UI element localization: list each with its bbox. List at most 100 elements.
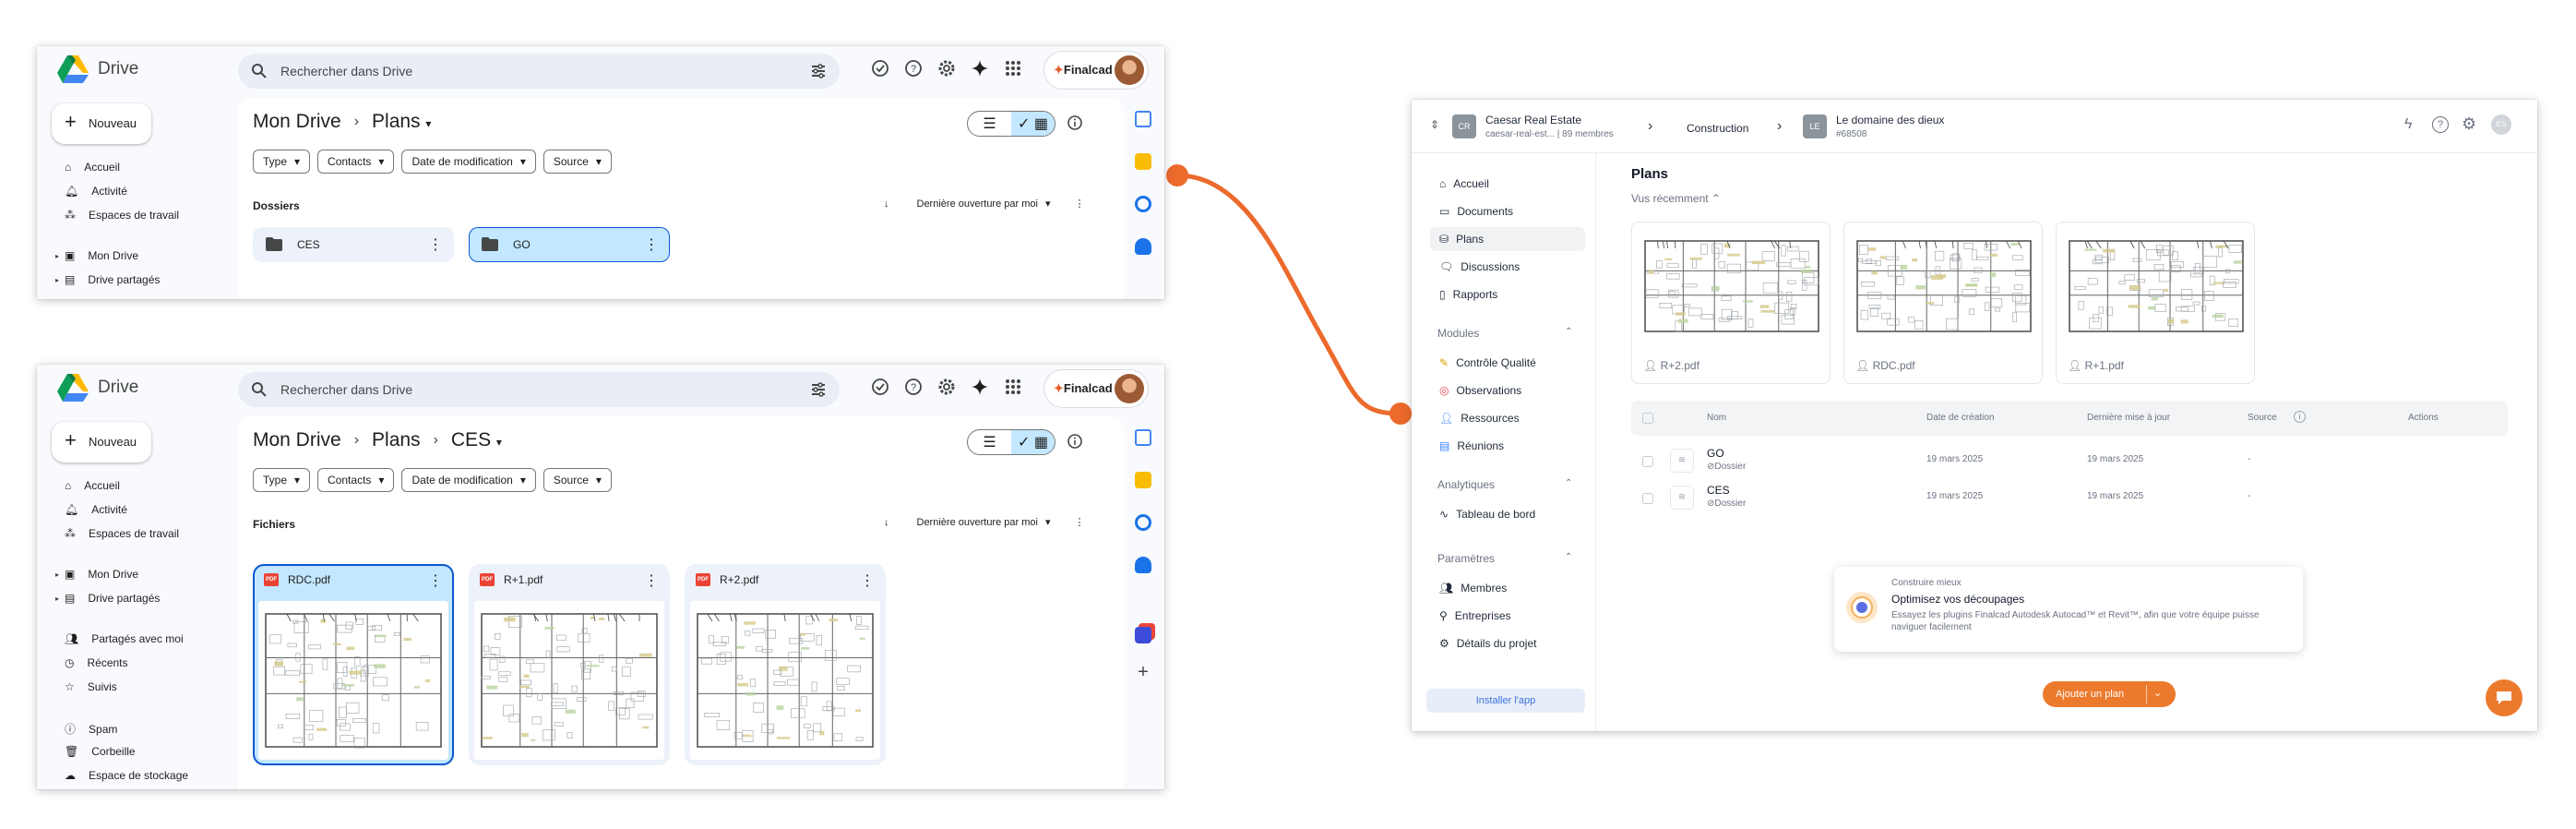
sidebar-item-companies[interactable]: ⚲ Entreprises — [1430, 604, 1585, 628]
sidebar-item-quality[interactable]: ✎ Contrôle Qualité — [1430, 351, 1585, 375]
table-row[interactable]: ≋ GO ⊘ Dossier 19 mars 2025 19 mars 2025… — [1631, 443, 2508, 480]
sort-control[interactable]: ↓ Dernière ouverture par moi ▾ ⋮ — [884, 198, 1084, 210]
account-brand-chip[interactable]: ✦Finalcad — [1044, 52, 1148, 89]
filter-modified[interactable]: Date de modification ▾ — [401, 150, 536, 174]
filter-type[interactable]: Type ▾ — [253, 150, 311, 174]
search-input[interactable]: Rechercher dans Drive — [280, 382, 412, 397]
info-icon[interactable] — [1067, 114, 1083, 131]
gemini-sparkle-icon[interactable] — [971, 59, 989, 78]
new-button[interactable]: + Nouveau — [52, 103, 151, 144]
chat-support-button[interactable] — [2486, 679, 2522, 716]
breadcrumb-construction[interactable]: Construction — [1687, 122, 1748, 135]
contacts-icon[interactable] — [1135, 238, 1151, 255]
breadcrumb-ces[interactable]: CES ▾ — [451, 429, 502, 451]
drive-logo[interactable]: Drive — [57, 374, 138, 402]
file-card[interactable]: PDF R+2.pdf ⋮ — [685, 564, 886, 765]
breadcrumb-plans[interactable]: Plans ▾ — [372, 111, 431, 133]
settings-gear-icon[interactable] — [937, 59, 956, 78]
nav-workspaces[interactable]: ⁂ Espaces de travail — [65, 527, 179, 540]
gemini-sparkle-icon[interactable] — [971, 378, 989, 396]
recent-plan-card[interactable]: 👤︎ R+1.pdf — [2056, 222, 2255, 384]
folder-item-selected[interactable]: GO ⋮ — [469, 227, 670, 262]
sidebar-item-resources[interactable]: 👤︎ Ressources — [1430, 406, 1585, 430]
breadcrumb-my-drive[interactable]: Mon Drive — [253, 429, 341, 451]
filter-type[interactable]: Type ▾ — [253, 468, 311, 492]
user-avatar[interactable] — [1115, 55, 1144, 85]
calendar-icon[interactable] — [1135, 111, 1151, 127]
offline-status-icon[interactable] — [871, 59, 889, 78]
drive-logo[interactable]: Drive — [57, 55, 138, 83]
row-checkbox[interactable] — [1642, 456, 1653, 467]
add-icon[interactable]: + — [1135, 663, 1151, 681]
tasks-icon[interactable] — [1135, 514, 1151, 531]
recent-plan-card[interactable]: 👤︎ R+2.pdf — [1631, 222, 1831, 384]
expand-icon[interactable]: ▸ — [55, 595, 59, 603]
grid-view-icon[interactable]: ✓ ▦ — [1011, 112, 1055, 136]
filter-options-icon[interactable] — [810, 381, 827, 398]
settings-header[interactable]: Paramètres ⌃ — [1437, 552, 1572, 565]
offline-status-icon[interactable] — [871, 378, 889, 396]
list-view-icon[interactable]: ☰ — [968, 430, 1011, 454]
more-icon[interactable]: ⋮ — [428, 235, 443, 254]
nav-home[interactable]: ⌂ Accueil — [65, 479, 120, 492]
settings-gear-icon[interactable]: ⚙ — [2462, 114, 2476, 134]
tasks-icon[interactable] — [1135, 196, 1151, 212]
sort-control[interactable]: ↓ Dernière ouverture par moi ▾ ⋮ — [884, 516, 1084, 529]
user-avatar[interactable]: ES — [2491, 114, 2511, 135]
nav-workspaces[interactable]: ⁂ Espaces de travail — [65, 209, 179, 222]
keep-icon[interactable] — [1135, 153, 1151, 170]
select-all-checkbox[interactable] — [1642, 413, 1653, 424]
user-avatar[interactable] — [1115, 374, 1144, 403]
nav-activity[interactable]: 🔔︎ Activité — [65, 185, 127, 198]
addon-icon[interactable] — [1135, 627, 1151, 643]
filter-contacts[interactable]: Contacts ▾ — [317, 150, 395, 174]
nav-trash[interactable]: 🗑︎ Corbeille — [65, 745, 136, 758]
install-app-button[interactable]: Installer l'app — [1426, 689, 1585, 713]
new-button[interactable]: + Nouveau — [52, 422, 151, 463]
apps-grid-icon[interactable] — [1004, 378, 1022, 396]
view-toggle[interactable]: ☰ ✓ ▦ — [967, 111, 1055, 137]
calendar-icon[interactable] — [1135, 429, 1151, 446]
analytics-header[interactable]: Analytiques ⌃ — [1437, 478, 1572, 491]
recent-toggle[interactable]: Vus récemment ⌃ — [1631, 192, 1721, 205]
sidebar-item-meetings[interactable]: ▤ Réunions — [1430, 434, 1585, 458]
nav-spam[interactable]: ⓘ Spam — [65, 721, 117, 737]
nav-storage[interactable]: ☁ Espace de stockage — [65, 769, 188, 782]
file-card-selected[interactable]: PDF RDC.pdf ⋮ — [253, 564, 454, 765]
folder-item[interactable]: CES ⋮ — [253, 227, 454, 262]
settings-gear-icon[interactable] — [937, 378, 956, 396]
keep-icon[interactable] — [1135, 472, 1151, 488]
sidebar-item-home[interactable]: ⌂ Accueil — [1430, 172, 1585, 196]
sidebar-item-documents[interactable]: ▭ Documents — [1430, 199, 1585, 223]
view-toggle[interactable]: ☰ ✓ ▦ — [967, 429, 1055, 455]
help-icon[interactable]: ? — [904, 59, 923, 78]
sidebar-item-reports[interactable]: ▯ Rapports — [1430, 282, 1585, 306]
search-bar[interactable]: Rechercher dans Drive — [238, 372, 840, 407]
file-card[interactable]: PDF R+1.pdf ⋮ — [469, 564, 670, 765]
more-icon[interactable]: ⋮ — [644, 235, 659, 254]
filter-options-icon[interactable] — [810, 63, 827, 79]
sidebar-item-discussions[interactable]: 🗨︎ Discussions — [1430, 255, 1585, 279]
project-name[interactable]: Le domaine des dieux — [1836, 114, 1944, 126]
expand-icon[interactable]: ▸ — [55, 276, 59, 284]
nav-shared-drives[interactable]: ▸ ▤ Drive partagés — [55, 592, 160, 605]
help-icon[interactable]: ? — [2432, 116, 2449, 133]
more-icon[interactable]: ⋮ — [860, 571, 875, 590]
sidebar-item-observations[interactable]: ◎ Observations — [1430, 378, 1585, 402]
filter-source[interactable]: Source ▾ — [543, 468, 612, 492]
more-icon[interactable]: ⋮ — [644, 571, 659, 590]
nav-my-drive[interactable]: ▸ ▣ Mon Drive — [55, 249, 138, 262]
org-name[interactable]: Caesar Real Estate — [1485, 114, 1581, 126]
help-icon[interactable]: ? — [904, 378, 923, 396]
nav-starred[interactable]: ☆ Suivis — [65, 680, 117, 693]
info-icon[interactable] — [1067, 433, 1083, 450]
grid-view-icon[interactable]: ✓ ▦ — [1011, 430, 1055, 454]
search-bar[interactable]: Rechercher dans Drive — [238, 54, 840, 89]
nav-activity[interactable]: 🔔︎ Activité — [65, 503, 127, 516]
search-input[interactable]: Rechercher dans Drive — [280, 64, 412, 78]
sidebar-item-dashboard[interactable]: ∿ Tableau de bord — [1430, 502, 1585, 526]
sidebar-item-project-details[interactable]: ⚙ Détails du projet — [1430, 631, 1585, 655]
breadcrumb-plans[interactable]: Plans — [372, 429, 421, 451]
nav-my-drive[interactable]: ▸ ▣ Mon Drive — [55, 568, 138, 581]
info-icon[interactable]: i — [2294, 411, 2306, 423]
